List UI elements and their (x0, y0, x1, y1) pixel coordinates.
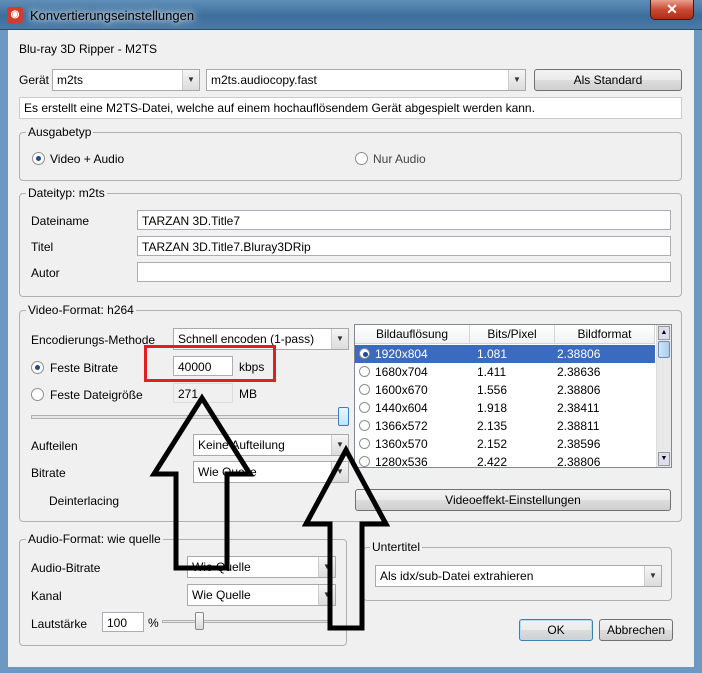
scroll-thumb[interactable] (658, 341, 670, 358)
chevron-down-icon[interactable]: ▼ (644, 566, 661, 586)
encoding-method-label: Encodierungs-Methode (31, 333, 156, 347)
description-text: Es erstellt eine M2TS-Datei, welche auf … (19, 97, 682, 119)
column-header-resolution[interactable]: Bildauflösung (355, 325, 470, 344)
column-header-aspect-ratio[interactable]: Bildformat (555, 325, 655, 344)
table-row[interactable]: 1440x604 1.918 2.38411 (355, 399, 655, 417)
table-cell: 2.38411 (557, 401, 600, 415)
device-preset-value: m2ts.audiocopy.fast (211, 73, 317, 87)
device-preset-select[interactable]: m2ts.audiocopy.fast ▼ (206, 69, 526, 91)
chevron-down-icon[interactable]: ▼ (182, 70, 199, 90)
chevron-down-icon[interactable]: ▼ (508, 70, 525, 90)
row-radio[interactable] (359, 348, 370, 359)
resolution-table-header: Bildauflösung Bits/Pixel Bildformat (355, 325, 655, 344)
device-format-select[interactable]: m2ts ▼ (52, 69, 200, 91)
file-type-group: Dateityp: m2ts Dateiname TARZAN 3D.Title… (19, 186, 682, 297)
encoding-method-value: Schnell encoden (1-pass) (178, 332, 315, 346)
table-cell: 1.081 (477, 347, 508, 361)
subtitle-value: Als idx/sub-Datei extrahieren (380, 569, 534, 583)
close-button[interactable]: ✕ (650, 0, 694, 20)
resolution-table[interactable]: Bildauflösung Bits/Pixel Bildformat 1920… (354, 324, 672, 468)
bitrate-highlight-box (144, 345, 276, 382)
fixed-size-label: Feste Dateigröße (50, 388, 143, 402)
up-arrow-right (301, 444, 391, 631)
radio-audio-only-label: Nur Audio (373, 152, 426, 166)
author-input[interactable] (137, 262, 671, 282)
table-row[interactable]: 1280x536 2.422 2.38806 (355, 453, 655, 468)
scroll-down-icon[interactable]: ▼ (658, 452, 670, 466)
filename-label: Dateiname (31, 214, 90, 228)
row-radio[interactable] (359, 366, 370, 377)
volume-input[interactable]: 100 (102, 612, 144, 632)
table-cell: 1.411 (477, 365, 507, 379)
audio-bitrate-label: Audio-Bitrate (31, 561, 101, 575)
table-cell: 2.38811 (557, 419, 600, 433)
table-cell: 1.556 (477, 383, 508, 397)
annotation-arrows (149, 393, 391, 631)
table-row[interactable]: 1600x670 1.556 2.38806 (355, 381, 655, 399)
radio-audio-only[interactable] (355, 152, 368, 165)
app-icon: ◉ (7, 7, 23, 23)
profile-label: Blu-ray 3D Ripper - M2TS (19, 42, 158, 56)
file-type-title: Dateityp: m2ts (26, 186, 107, 200)
dialog-client: Blu-ray 3D Ripper - M2TS Gerät m2ts ▼ m2… (8, 30, 694, 667)
table-row[interactable]: 1680x704 1.411 2.38636 (355, 363, 655, 381)
table-cell: 2.152 (477, 437, 508, 451)
up-arrow-left (149, 393, 255, 571)
table-cell: 1680x704 (375, 365, 428, 379)
output-type-title: Ausgabetyp (26, 125, 94, 139)
author-label: Autor (31, 266, 60, 280)
radio-fixed-size[interactable] (31, 388, 44, 401)
video-bitrate-label: Bitrate (31, 466, 66, 480)
table-row[interactable]: 1360x570 2.152 2.38596 (355, 435, 655, 453)
window-border-left (0, 30, 8, 673)
channel-label: Kanal (31, 589, 62, 603)
radio-video-audio[interactable] (32, 152, 45, 165)
radio-video-audio-label: Video + Audio (50, 152, 125, 166)
window-border-bottom (0, 667, 702, 673)
radio-fixed-bitrate[interactable] (31, 361, 44, 374)
cancel-button[interactable]: Abbrechen (599, 619, 673, 641)
device-label: Gerät (19, 73, 50, 87)
column-header-bits-per-pixel[interactable]: Bits/Pixel (470, 325, 555, 344)
table-cell: 1.918 (477, 401, 508, 415)
table-cell: 2.38806 (557, 383, 601, 397)
title-label: Titel (31, 240, 54, 254)
volume-label: Lautstärke (31, 617, 88, 631)
table-row[interactable]: 1366x572 2.135 2.38811 (355, 417, 655, 435)
output-type-group: Ausgabetyp Video + Audio Nur Audio (19, 125, 682, 181)
scroll-up-icon[interactable]: ▲ (658, 326, 670, 340)
ok-button[interactable]: OK (519, 619, 593, 641)
table-cell: 2.422 (477, 455, 508, 468)
fixed-bitrate-label: Feste Bitrate (50, 361, 119, 375)
subtitle-select[interactable]: Als idx/sub-Datei extrahieren ▼ (375, 565, 662, 587)
split-label: Aufteilen (31, 439, 78, 453)
deinterlacing-label: Deinterlacing (49, 494, 120, 508)
window-border-right (694, 30, 702, 673)
subtitle-group: Untertitel Als idx/sub-Datei extrahieren… (363, 540, 672, 601)
filename-input[interactable]: TARZAN 3D.Title7 (137, 210, 671, 230)
set-default-button[interactable]: Als Standard (534, 69, 682, 91)
title-input[interactable]: TARZAN 3D.Title7.Bluray3DRip (137, 236, 671, 256)
window-title: Konvertierungseinstellungen (30, 8, 195, 23)
table-cell: 2.38636 (557, 365, 601, 379)
video-format-title: Video-Format: h264 (26, 303, 136, 317)
chevron-down-icon[interactable]: ▼ (331, 329, 348, 349)
video-effects-button[interactable]: Videoeffekt-Einstellungen (355, 489, 671, 511)
table-cell: 2.38806 (557, 455, 601, 468)
table-cell: 2.38596 (557, 437, 601, 451)
device-format-value: m2ts (57, 73, 84, 87)
table-cell: 2.38806 (557, 347, 601, 361)
table-row[interactable]: 1920x804 1.081 2.38806 (355, 345, 655, 363)
audio-format-title: Audio-Format: wie quelle (26, 532, 163, 546)
table-scrollbar[interactable]: ▲ ▼ (656, 325, 671, 467)
table-cell: 2.135 (477, 419, 508, 433)
table-cell: 1920x804 (375, 347, 428, 361)
